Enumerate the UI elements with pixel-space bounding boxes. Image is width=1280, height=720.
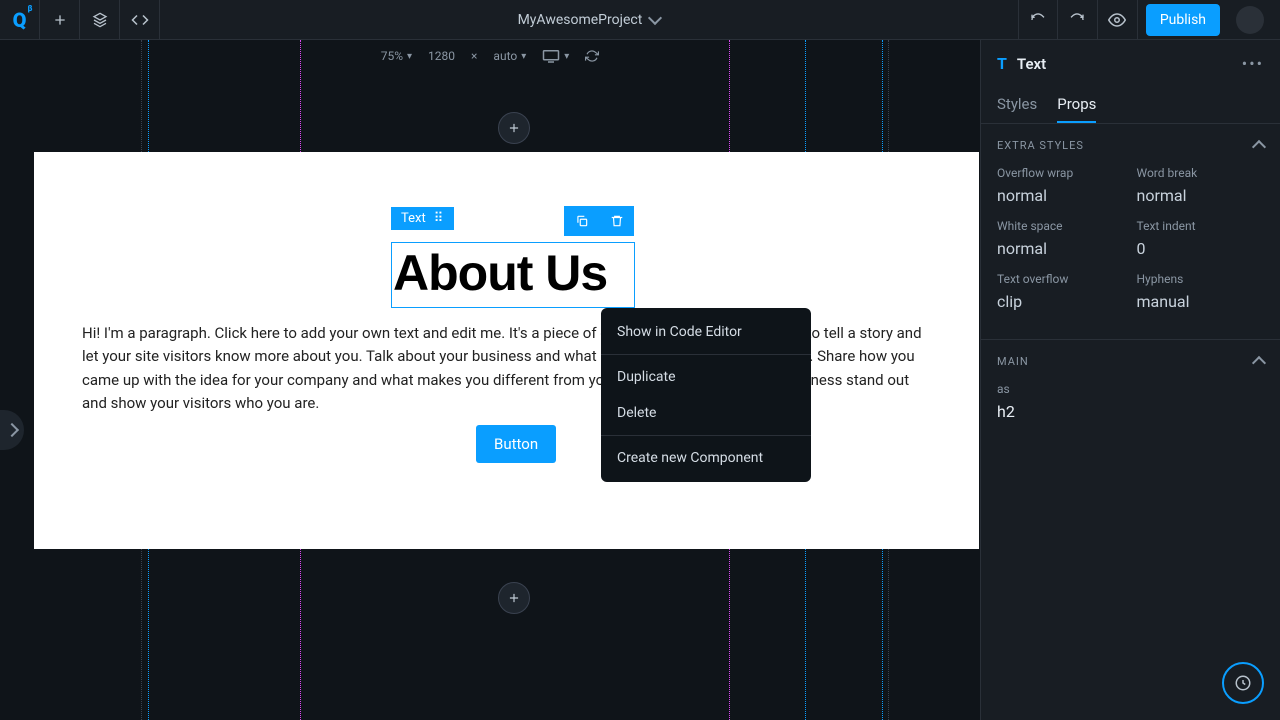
selection-tag[interactable]: Text ⠿ [391, 207, 454, 230]
add-icon[interactable] [40, 0, 80, 40]
chevron-right-icon [5, 423, 19, 437]
chevron-up-icon [1252, 356, 1266, 370]
caret-down-icon: ▾ [407, 51, 412, 62]
add-section-button[interactable] [498, 582, 530, 614]
chevron-down-icon [648, 10, 662, 24]
field-as[interactable]: ash2 [997, 382, 1264, 421]
selection-label: Text [401, 211, 426, 226]
section-extra-styles: EXTRA STYLES Overflow wrapnormal Word br… [981, 124, 1280, 339]
device-icon[interactable]: ▾ [542, 49, 569, 63]
separator [601, 354, 811, 355]
ctx-show-code[interactable]: Show in Code Editor [601, 314, 811, 350]
topbar-right: Publish [1018, 0, 1280, 40]
panel-header: T Text ••• [981, 40, 1280, 87]
tab-styles[interactable]: Styles [997, 87, 1037, 123]
caret-down-icon: ▾ [521, 51, 526, 62]
avatar[interactable] [1236, 6, 1264, 34]
main-canvas-area: 75% ▾ 1280 × auto ▾ ▾ About Us Hi! I'm a… [0, 40, 980, 720]
section-main: MAIN ash2 [981, 339, 1280, 435]
section-header[interactable]: MAIN [997, 354, 1264, 368]
ctx-create-component[interactable]: Create new Component [601, 440, 811, 476]
button-element[interactable]: Button [476, 425, 556, 463]
field-white-space[interactable]: White spacenormal [997, 219, 1125, 258]
project-name: MyAwesomeProject [518, 12, 643, 28]
logo-icon[interactable]: Qβ [0, 0, 40, 40]
project-selector[interactable]: MyAwesomeProject [160, 12, 1018, 28]
field-hyphens[interactable]: Hyphensmanual [1137, 272, 1265, 311]
width-value[interactable]: 1280 [428, 49, 455, 63]
help-button[interactable] [1222, 662, 1264, 704]
code-icon[interactable] [120, 0, 160, 40]
refresh-icon[interactable] [585, 49, 599, 63]
section-header[interactable]: EXTRA STYLES [997, 138, 1264, 152]
delete-icon[interactable] [599, 206, 634, 236]
add-section-button[interactable] [498, 112, 530, 144]
sidebar-toggle[interactable] [0, 410, 24, 450]
top-bar: Qβ MyAwesomeProject Publish [0, 0, 1280, 40]
ctx-duplicate[interactable]: Duplicate [601, 359, 811, 395]
height-selector[interactable]: auto ▾ [493, 49, 526, 63]
context-menu: Show in Code Editor Duplicate Delete Cre… [601, 308, 811, 482]
text-type-icon: T [997, 54, 1007, 73]
panel-title: Text [1017, 55, 1046, 73]
undo-icon[interactable] [1018, 0, 1058, 40]
field-text-indent[interactable]: Text indent0 [1137, 219, 1265, 258]
separator [601, 435, 811, 436]
dimension-separator: × [471, 49, 477, 63]
tab-props[interactable]: Props [1057, 87, 1096, 123]
selection-actions [564, 206, 634, 236]
canvas[interactable]: About Us Hi! I'm a paragraph. Click here… [34, 152, 979, 549]
copy-icon[interactable] [564, 206, 599, 236]
selection-outline [391, 242, 635, 308]
caret-down-icon: ▾ [564, 51, 569, 62]
canvas-toolbar: 75% ▾ 1280 × auto ▾ ▾ [0, 44, 980, 68]
properties-panel: T Text ••• Styles Props EXTRA STYLES Ove… [980, 40, 1280, 720]
field-word-break[interactable]: Word breaknormal [1137, 166, 1265, 205]
preview-icon[interactable] [1098, 0, 1138, 40]
field-overflow-wrap[interactable]: Overflow wrapnormal [997, 166, 1125, 205]
panel-tabs: Styles Props [981, 87, 1280, 124]
publish-button[interactable]: Publish [1146, 4, 1220, 36]
more-icon[interactable]: ••• [1242, 54, 1264, 73]
chevron-up-icon [1252, 140, 1266, 154]
layers-icon[interactable] [80, 0, 120, 40]
ctx-delete[interactable]: Delete [601, 395, 811, 431]
redo-icon[interactable] [1058, 0, 1098, 40]
drag-handle-icon[interactable]: ⠿ [434, 211, 445, 226]
field-text-overflow[interactable]: Text overflowclip [997, 272, 1125, 311]
zoom-selector[interactable]: 75% ▾ [381, 49, 412, 63]
